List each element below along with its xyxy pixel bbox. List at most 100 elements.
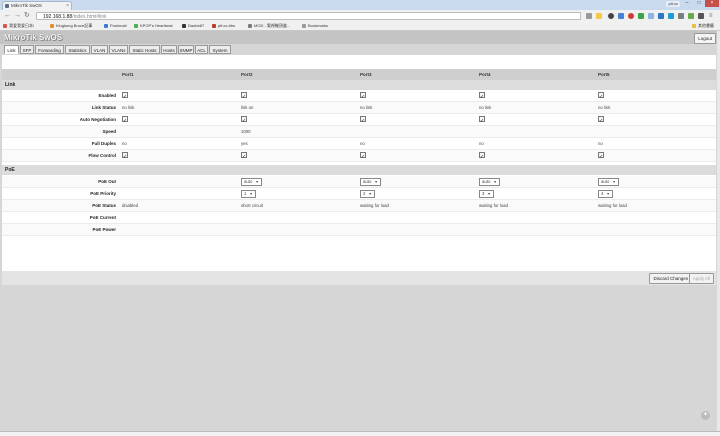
checkbox[interactable] xyxy=(122,115,128,127)
checkbox[interactable] xyxy=(360,151,366,163)
poe-out-select[interactable]: auto ▼ xyxy=(360,178,381,186)
row-label: Speed xyxy=(102,129,116,134)
chevron-down-icon: ▼ xyxy=(487,192,491,196)
port-value: no xyxy=(598,141,603,146)
apply-all-button[interactable]: Apply All xyxy=(688,273,714,284)
port-cell: 1 ▼ xyxy=(241,188,256,200)
discard-changes-button[interactable]: Discard Changes xyxy=(649,273,692,284)
poe-out-select[interactable]: auto ▼ xyxy=(479,178,500,186)
extension-icon[interactable] xyxy=(698,13,704,19)
port-header: Port1 xyxy=(122,72,134,77)
url-path: /index.html#link xyxy=(72,14,107,20)
maximize-icon[interactable]: □ xyxy=(694,0,704,7)
profile-badge[interactable]: ptt.cc xyxy=(666,1,680,7)
bookmark-item[interactable]: Daobe87 xyxy=(182,22,204,30)
row-poe-power: PoE Power xyxy=(2,224,716,236)
bookmark-item[interactable]: MOD - 電視機頂盒... xyxy=(248,22,290,30)
window-close-icon[interactable]: × xyxy=(705,0,719,7)
checkbox[interactable] xyxy=(122,151,128,163)
chevron-down-icon: ▼ xyxy=(612,180,616,184)
checkbox[interactable] xyxy=(479,115,485,127)
extension-icon[interactable] xyxy=(668,13,674,19)
port-cell xyxy=(360,114,366,127)
browser-tab[interactable]: MikroTik SwOS × xyxy=(2,1,72,10)
chevron-down-icon: ▼ xyxy=(255,180,259,184)
extension-icon[interactable] xyxy=(658,13,664,19)
row-poe-priority: PoE Priority 1 ▼ 2 ▼ 3 ▼ 4 ▼ xyxy=(2,188,716,200)
bookmark-item[interactable]: ptt.cc.bbs xyxy=(212,22,235,30)
tab-hosts[interactable]: Hosts xyxy=(161,45,177,54)
extension-icon[interactable] xyxy=(688,13,694,19)
page-icon[interactable] xyxy=(586,13,592,19)
tab-sfp[interactable]: SFP xyxy=(20,45,34,54)
bookmark-item[interactable]: Pushmail xyxy=(104,22,126,30)
checkbox[interactable] xyxy=(241,91,247,103)
select-value: 3 xyxy=(482,191,485,196)
star-bookmark-icon[interactable] xyxy=(596,13,602,19)
select-value: auto xyxy=(601,179,610,184)
select-value: 1 xyxy=(244,191,247,196)
poe-out-select[interactable]: auto ▼ xyxy=(598,178,619,186)
tab-close-icon[interactable]: × xyxy=(66,2,69,10)
poe-priority-select[interactable]: 3 ▼ xyxy=(479,190,494,198)
port-value: link on xyxy=(241,105,254,110)
extension-icon[interactable] xyxy=(608,13,614,19)
bookmark-item[interactable]: Bookmarks xyxy=(302,22,328,30)
tab-statistics[interactable]: Statistics xyxy=(65,45,90,54)
extension-icon[interactable] xyxy=(618,13,624,19)
forward-icon[interactable]: → xyxy=(14,11,21,21)
port-cell: auto ▼ xyxy=(598,176,619,188)
logout-button[interactable]: Logout xyxy=(694,33,716,44)
tab-vlan[interactable]: VLAN xyxy=(91,45,108,54)
extension-icon[interactable] xyxy=(678,13,684,19)
camera-icon[interactable] xyxy=(648,13,654,19)
row-poe-status: PoE Status disabled short circuit waiting f… xyxy=(2,200,716,212)
port-value: yes xyxy=(241,141,248,146)
poe-priority-select[interactable]: 1 ▼ xyxy=(241,190,256,198)
checkbox[interactable] xyxy=(598,151,604,163)
tab-snmp[interactable]: SNMP xyxy=(178,45,194,54)
address-bar[interactable]: 192.168.1.88/index.html#link xyxy=(36,12,581,20)
checkbox[interactable] xyxy=(122,91,128,103)
bookmark-item[interactable]: 我爱我爱日本! xyxy=(3,22,34,30)
checkbox[interactable] xyxy=(479,151,485,163)
bookmark-item[interactable]: KPOP's Heartbeat xyxy=(134,22,173,30)
port-value: waiting for load xyxy=(360,203,389,208)
help-icon[interactable]: ✦ xyxy=(701,411,710,420)
tab-vlans[interactable]: VLANs xyxy=(109,45,128,54)
menu-icon[interactable]: ≡ xyxy=(709,11,713,21)
row-label: Flow Control xyxy=(88,153,117,158)
adblock-icon[interactable] xyxy=(628,13,634,19)
row-poe-current: PoE Current xyxy=(2,212,716,224)
mikrotik-favicon-icon xyxy=(5,4,9,8)
tab-forwarding[interactable]: Forwarding xyxy=(35,45,64,54)
minimize-icon[interactable]: – xyxy=(682,0,692,7)
checkbox[interactable] xyxy=(241,151,247,163)
reload-icon[interactable]: ↻ xyxy=(24,11,30,21)
bookmark-item[interactable]: Kingkong Bruce記事 xyxy=(50,22,92,30)
checkbox[interactable] xyxy=(241,115,247,127)
back-icon[interactable]: ← xyxy=(4,11,11,21)
port-value: no link xyxy=(122,105,135,110)
row-speed: Speed 1000 xyxy=(2,126,716,138)
bookmarks-bar: 其他書籤 我爱我爱日本! Kingkong Bruce記事 Pushmail KPOP… xyxy=(0,22,720,31)
action-bar: Discard Changes Apply All xyxy=(2,271,716,285)
port-cell xyxy=(122,90,128,103)
tab-acl[interactable]: ACL xyxy=(195,45,208,54)
checkbox[interactable] xyxy=(598,115,604,127)
checkbox[interactable] xyxy=(598,91,604,103)
checkbox[interactable] xyxy=(360,91,366,103)
other-bookmarks[interactable]: 其他書籤 xyxy=(692,22,714,30)
extension-icon[interactable] xyxy=(638,13,644,19)
row-enabled: Enabled xyxy=(2,90,716,103)
tab-system[interactable]: System xyxy=(209,45,231,54)
checkbox[interactable] xyxy=(360,115,366,127)
poe-out-select[interactable]: auto ▼ xyxy=(241,178,262,186)
row-label: Enabled xyxy=(98,93,116,98)
checkbox[interactable] xyxy=(479,91,485,103)
port-cell: 4 ▼ xyxy=(598,188,613,200)
tab-link[interactable]: Link xyxy=(4,45,19,54)
tab-static-hosts[interactable]: Static Hosts xyxy=(129,45,160,54)
poe-priority-select[interactable]: 2 ▼ xyxy=(360,190,375,198)
poe-priority-select[interactable]: 4 ▼ xyxy=(598,190,613,198)
